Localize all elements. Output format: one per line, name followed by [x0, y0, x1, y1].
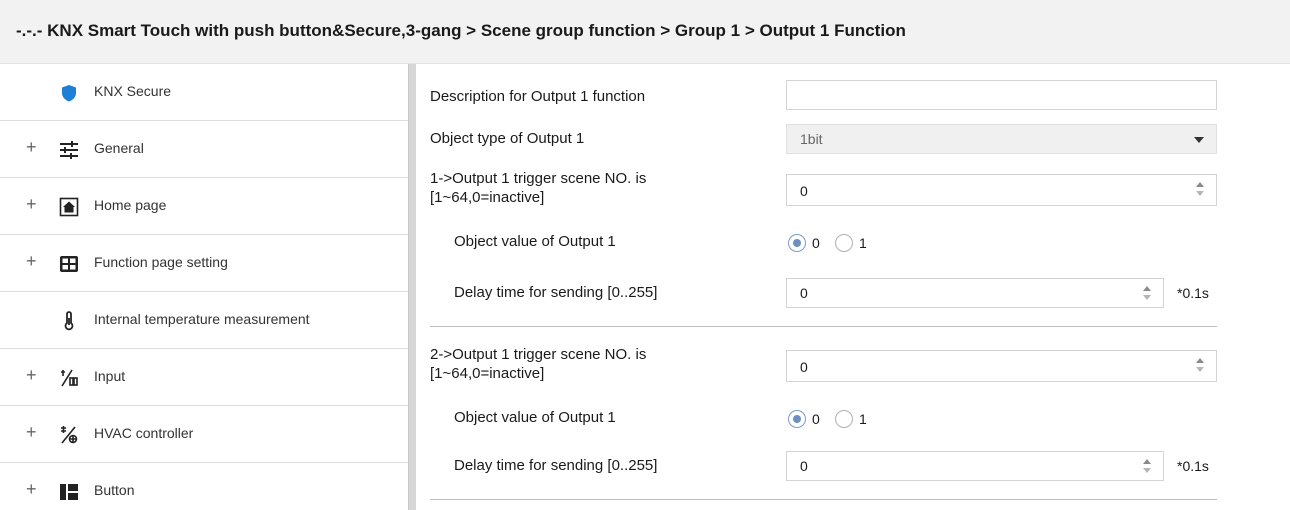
- expand-icon[interactable]: +: [26, 365, 37, 386]
- trigger-scene-label-line1: 1->Output 1 trigger scene NO. is: [430, 170, 647, 187]
- delay-time-value: 0: [800, 285, 808, 301]
- object-type-value: 1bit: [800, 131, 823, 147]
- trigger-scene-value: 0: [800, 359, 808, 375]
- home-icon: [58, 196, 80, 218]
- button-icon: [58, 481, 80, 503]
- sidebar-item-home-page[interactable]: + Home page: [0, 178, 408, 235]
- radio-label-1: 1: [859, 235, 867, 251]
- input-icon: [58, 367, 80, 389]
- sidebar-item-internal-temperature[interactable]: Internal temperature measurement: [0, 292, 408, 349]
- shield-icon: [58, 82, 80, 104]
- grid-icon: [58, 253, 80, 275]
- spin-arrows-icon[interactable]: [1143, 457, 1153, 475]
- sidebar-item-button[interactable]: + Button: [0, 463, 408, 510]
- sidebar-item-general[interactable]: + General: [0, 121, 408, 178]
- expand-icon[interactable]: +: [26, 422, 37, 443]
- hvac-icon: [58, 424, 80, 446]
- object-type-select[interactable]: 1bit: [786, 124, 1217, 154]
- sidebar-tree: KNX Secure + General + Home page + Funct…: [0, 64, 412, 510]
- breadcrumb-title: -.-.- KNX Smart Touch with push button&S…: [16, 21, 906, 40]
- section-divider: [430, 499, 1217, 500]
- sliders-icon: [58, 139, 80, 161]
- section-divider: [430, 326, 1217, 327]
- sidebar-item-label: Function page setting: [94, 254, 228, 270]
- trigger-scene-label-line2: [1~64,0=inactive]: [430, 189, 545, 206]
- delay-time-label: Delay time for sending [0..255]: [454, 457, 658, 474]
- panel-splitter[interactable]: [408, 64, 416, 510]
- trigger-scene-label-line1: 2->Output 1 trigger scene NO. is: [430, 346, 647, 363]
- delay-time-value: 0: [800, 458, 808, 474]
- sidebar-item-label: Button: [94, 482, 135, 498]
- sidebar-item-label: Input: [94, 368, 126, 384]
- expand-icon[interactable]: +: [26, 479, 37, 500]
- radio-label-0: 0: [812, 411, 820, 427]
- trigger-scene-value: 0: [800, 183, 808, 199]
- delay-time-label: Delay time for sending [0..255]: [454, 284, 658, 301]
- sidebar-item-knx-secure[interactable]: KNX Secure: [0, 64, 408, 121]
- expand-icon[interactable]: +: [26, 137, 37, 158]
- sidebar-item-input[interactable]: + Input: [0, 349, 408, 406]
- sidebar-item-label: HVAC controller: [94, 425, 194, 441]
- radio-1[interactable]: [835, 234, 853, 252]
- thermometer-icon: [58, 310, 80, 332]
- object-value-label: Object value of Output 1: [454, 409, 616, 426]
- radio-0[interactable]: [788, 234, 806, 252]
- title-bar: -.-.- KNX Smart Touch with push button&S…: [0, 0, 1290, 64]
- delay-time-stepper[interactable]: 0: [786, 451, 1164, 481]
- chevron-down-icon: [1194, 137, 1204, 143]
- sidebar-item-label: General: [94, 140, 144, 156]
- delay-unit: *0.1s: [1177, 458, 1209, 474]
- trigger-scene-stepper[interactable]: 0: [786, 174, 1217, 206]
- radio-label-1: 1: [859, 411, 867, 427]
- expand-icon[interactable]: +: [26, 194, 37, 215]
- description-input[interactable]: [786, 80, 1217, 110]
- object-type-label: Object type of Output 1: [430, 130, 585, 147]
- expand-icon[interactable]: +: [26, 251, 37, 272]
- object-value-label: Object value of Output 1: [454, 233, 616, 250]
- spin-arrows-icon[interactable]: [1196, 356, 1206, 374]
- radio-label-0: 0: [812, 235, 820, 251]
- delay-unit: *0.1s: [1177, 285, 1209, 301]
- parameter-form: Description for Output 1 function Object…: [416, 64, 1290, 510]
- trigger-scene-label-line2: [1~64,0=inactive]: [430, 365, 545, 382]
- spin-arrows-icon[interactable]: [1196, 180, 1206, 198]
- sidebar-item-label: Internal temperature measurement: [94, 311, 310, 327]
- trigger-scene-stepper[interactable]: 0: [786, 350, 1217, 382]
- description-label: Description for Output 1 function: [430, 88, 646, 105]
- sidebar-item-function-page-setting[interactable]: + Function page setting: [0, 235, 408, 292]
- spin-arrows-icon[interactable]: [1143, 284, 1153, 302]
- sidebar-item-label: KNX Secure: [94, 83, 172, 99]
- radio-1[interactable]: [835, 410, 853, 428]
- sidebar-item-hvac-controller[interactable]: + HVAC controller: [0, 406, 408, 463]
- sidebar-item-label: Home page: [94, 197, 167, 213]
- radio-0[interactable]: [788, 410, 806, 428]
- delay-time-stepper[interactable]: 0: [786, 278, 1164, 308]
